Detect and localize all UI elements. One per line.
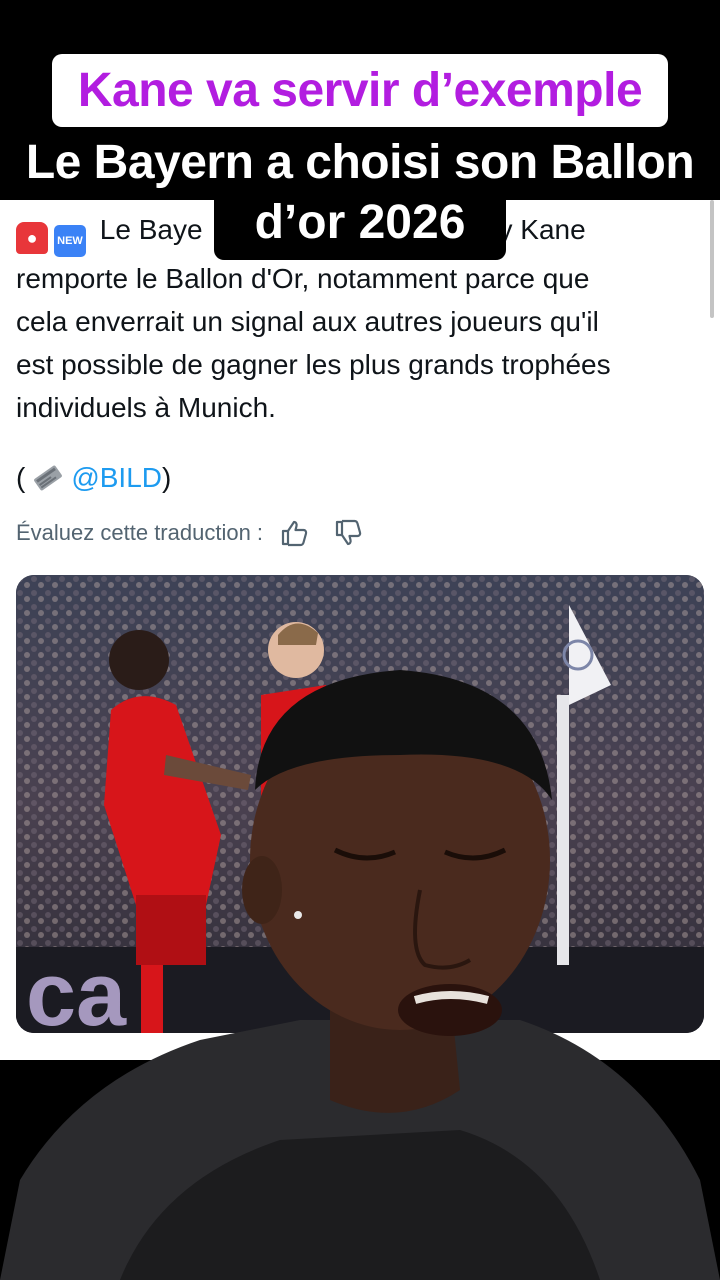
siren-icon: ●: [16, 222, 48, 254]
paren-close: ): [162, 462, 172, 493]
tweet-line-4: est possible de gagner les plus grands t…: [16, 349, 611, 380]
bild-mention-link[interactable]: @BILD: [71, 462, 162, 493]
tweet-line-1-start: Le Baye: [99, 214, 203, 245]
tweet-line-3: cela enverrait un signal aux autres joue…: [16, 306, 599, 337]
tweet-photo[interactable]: ca: [16, 575, 704, 1033]
screen: ● NEW Le Baye y Kane remporte le Ballon d'…: [0, 0, 720, 1280]
tweet-source: ( @BILD): [16, 462, 171, 494]
thumbs-down-icon[interactable]: [333, 518, 363, 548]
caption-line-2: Le Bayern a choisi son Ballon: [25, 136, 695, 189]
newspaper-icon: [34, 465, 63, 491]
thumbs-up-icon[interactable]: [279, 518, 309, 548]
football-celebration-photo: ca: [16, 575, 704, 1033]
tweet-line-5: individuels à Munich.: [16, 392, 276, 423]
scrollbar[interactable]: [710, 200, 714, 318]
svg-text:ca: ca: [26, 945, 127, 1033]
rate-label: Évaluez cette traduction :: [16, 520, 264, 545]
translation-rating: Évaluez cette traduction :: [16, 518, 363, 548]
caption-line-3: d’or 2026: [214, 198, 506, 260]
tweet-line-1-end: y Kane: [498, 214, 586, 245]
bottom-black-band: [0, 1060, 720, 1280]
tweet-line-2: remporte le Ballon d'Or, notamment parce…: [16, 263, 590, 294]
new-badge-icon: NEW: [54, 225, 86, 257]
paren-open: (: [16, 462, 26, 493]
caption-headline: Kane va servir d’exemple: [52, 54, 668, 127]
